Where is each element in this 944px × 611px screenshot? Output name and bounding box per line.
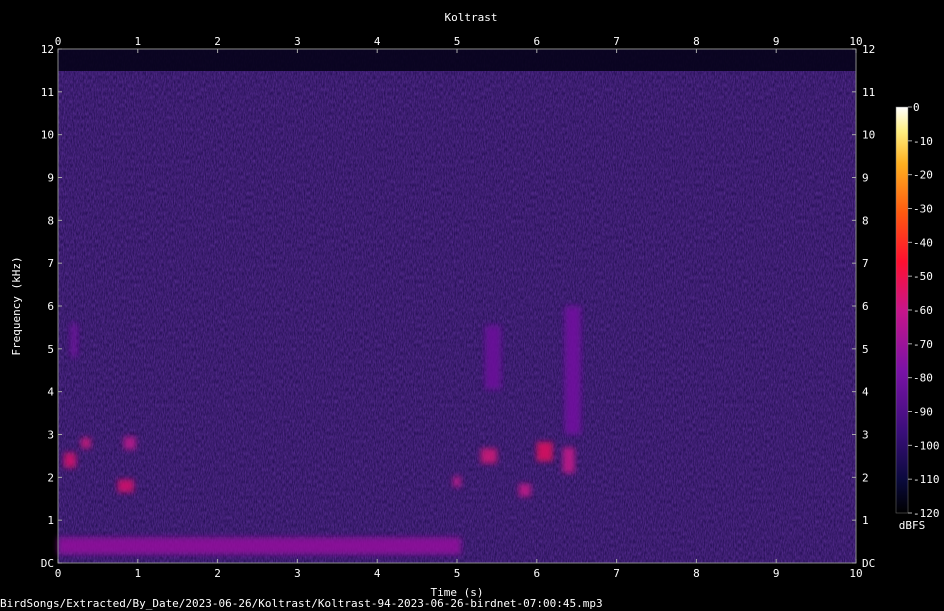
y-axis-label: Frequency (kHz): [10, 256, 23, 355]
y-tick-label-right: 2: [862, 471, 869, 484]
x-tick-label-top: 7: [613, 35, 620, 48]
colorbar-tick-label: 0: [913, 101, 920, 114]
hotspot-mark: [518, 483, 531, 497]
colorbar-tick-label: -60: [913, 304, 933, 317]
y-tick-label-right: 11: [862, 86, 875, 99]
x-tick-label-top: 4: [374, 35, 381, 48]
x-tick-label-top: 8: [693, 35, 700, 48]
x-tick-label-bottom: 6: [533, 567, 540, 580]
y-tick-label-left: 10: [41, 129, 54, 142]
y-tick-label-right: 7: [862, 257, 869, 270]
hotspot-mark: [453, 476, 461, 487]
x-tick-label-top: 6: [533, 35, 540, 48]
hotspot-mark: [117, 479, 134, 493]
hotspot-mark: [564, 306, 581, 435]
x-tick-label-bottom: 4: [374, 567, 381, 580]
x-tick-label-top: 1: [134, 35, 141, 48]
x-tick-label-top: 0: [55, 35, 62, 48]
colorbar-tick-label: -50: [913, 270, 933, 283]
x-tick-label-bottom: 9: [773, 567, 780, 580]
y-tick-label-left: 5: [47, 343, 54, 356]
colorbar-tick-label: -110: [913, 473, 940, 486]
y-tick-label-right: 8: [862, 214, 869, 227]
colorbar-tick-label: -10: [913, 135, 933, 148]
x-tick-label-bottom: 10: [849, 567, 862, 580]
colorbar-tick-label: -20: [913, 169, 933, 182]
x-tick-label-top: 9: [773, 35, 780, 48]
x-tick-label-top: 5: [454, 35, 461, 48]
x-tick-label-top: 3: [294, 35, 301, 48]
y-tick-label-right: DC: [862, 557, 875, 570]
colorbar: 0-10-20-30-40-50-60-70-80-90-100-110-120…: [895, 101, 940, 532]
chart-title: Koltrast: [445, 11, 498, 24]
y-tick-label-left: 12: [41, 43, 54, 56]
hotspot-mark: [123, 436, 136, 450]
x-tick-label-bottom: 3: [294, 567, 301, 580]
hotspot-mark: [58, 537, 461, 555]
y-tick-label-right: 9: [862, 172, 869, 185]
x-tick-label-bottom: 8: [693, 567, 700, 580]
y-tick-label-left: 2: [47, 471, 54, 484]
y-tick-label-right: 3: [862, 429, 869, 442]
spectrogram-chart: Koltrast 0 1 2 3 4 5 6 7 8 9 10 0 1 2 3 4 5 6 7 8 9 10 DC123…: [0, 11, 940, 610]
y-tick-label-right: 10: [862, 129, 875, 142]
colorbar-tick-label: -90: [913, 406, 933, 419]
hotspot-mark: [480, 448, 497, 464]
x-tick-label-bottom: 2: [214, 567, 221, 580]
x-tick-label-bottom: 7: [613, 567, 620, 580]
y-tick-label-right: 6: [862, 300, 869, 313]
x-tick-label-bottom: 0: [55, 567, 62, 580]
colorbar-label: dBFS: [899, 519, 926, 532]
y-tick-label-left: 7: [47, 257, 54, 270]
hotspot-mark: [63, 452, 76, 468]
x-tick-label-top: 10: [849, 35, 862, 48]
y-tick-label-left: 9: [47, 172, 54, 185]
x-tick-label-top: 2: [214, 35, 221, 48]
y-tick-label-right: 5: [862, 343, 869, 356]
colorbar-gradient: [895, 106, 909, 514]
hotspot-mark: [81, 437, 91, 449]
colorbar-tick-label: -40: [913, 236, 933, 249]
colorbar-tick-label: -100: [913, 439, 940, 452]
colorbar-tick-label: -80: [913, 372, 933, 385]
footer-filename: BirdSongs/Extracted/By_Date/2023-06-26/K…: [0, 597, 603, 610]
x-tick-label-bottom: 5: [454, 567, 461, 580]
x-tick-label-bottom: 1: [134, 567, 141, 580]
y-tick-label-left: DC: [41, 557, 54, 570]
colorbar-tick-label: -70: [913, 338, 933, 351]
colorbar-tick-label: -30: [913, 203, 933, 216]
y-tick-label-right: 1: [862, 514, 869, 527]
y-tick-label-left: 6: [47, 300, 54, 313]
y-tick-label-left: 8: [47, 214, 54, 227]
hotspot-mark: [484, 325, 501, 390]
y-tick-label-right: 4: [862, 386, 869, 399]
colorbar-ticks: 0-10-20-30-40-50-60-70-80-90-100-110-120: [908, 101, 940, 520]
y-tick-label-left: 1: [47, 514, 54, 527]
y-tick-label-left: 11: [41, 86, 54, 99]
plot-area: [57, 48, 857, 564]
y-tick-label-right: 12: [862, 43, 875, 56]
hotspot-mark: [70, 323, 78, 358]
hotspot-mark: [562, 447, 575, 474]
hotspot-mark: [536, 441, 553, 462]
y-tick-label-left: 3: [47, 429, 54, 442]
y-tick-label-left: 4: [47, 386, 54, 399]
